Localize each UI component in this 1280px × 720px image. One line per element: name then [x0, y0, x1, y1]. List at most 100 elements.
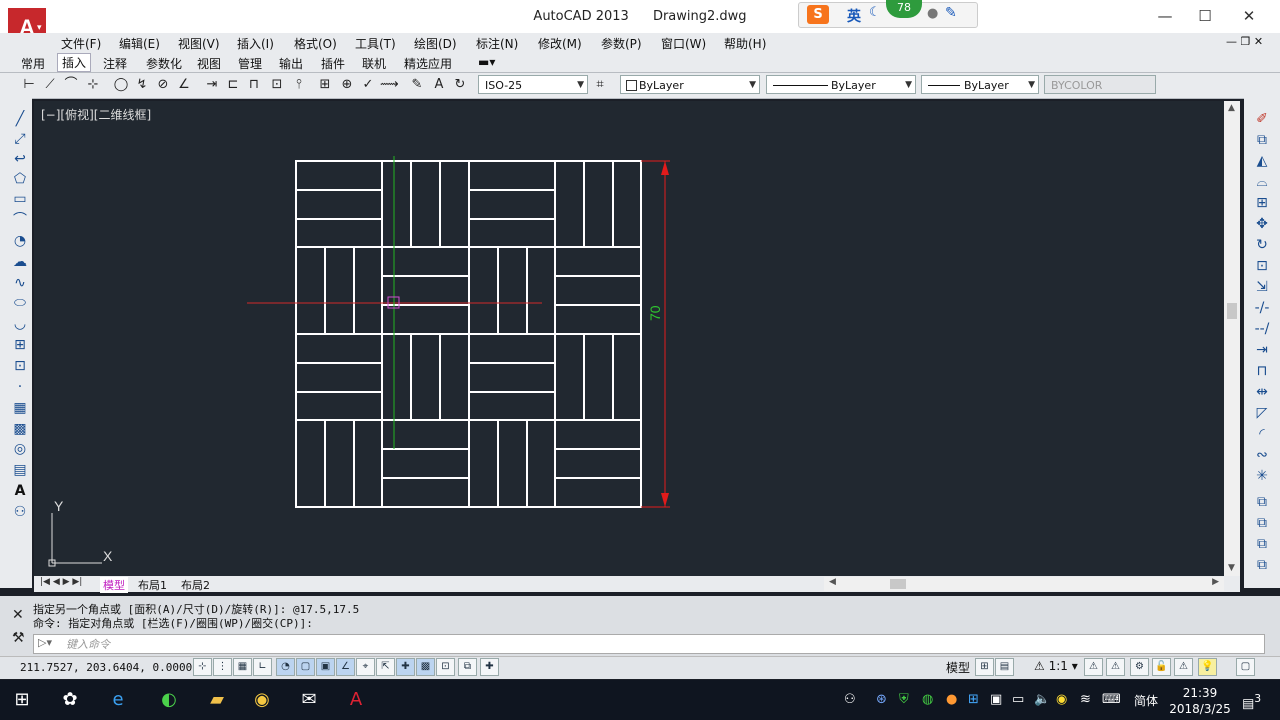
polyline-icon[interactable]: ↩ — [10, 150, 30, 168]
tab-annotate[interactable]: 注释 — [103, 55, 127, 72]
dim-text-edit-icon[interactable]: A — [430, 76, 448, 94]
blend-curves-icon[interactable]: ∾ — [1252, 446, 1272, 464]
file-explorer-icon[interactable]: ▰ — [203, 688, 231, 712]
polygon-icon[interactable]: ⬠ — [10, 170, 30, 188]
diameter-dim-icon[interactable]: ⊘ — [154, 76, 172, 94]
linetype-select[interactable]: ByLayer ▼ — [766, 75, 916, 94]
people-icon[interactable]: ⚇ — [844, 692, 856, 707]
continue-dim-icon[interactable]: ⊓ — [245, 76, 263, 94]
menu-parametric[interactable]: 参数(P) — [601, 35, 642, 52]
menu-view[interactable]: 视图(V) — [178, 35, 220, 52]
tab-featured-apps[interactable]: 精选应用 — [404, 55, 452, 72]
tray-sogou-icon[interactable]: ● — [946, 692, 957, 707]
wrench-icon[interactable]: ✎ — [945, 5, 957, 21]
tab-model[interactable]: 模型 — [100, 577, 128, 593]
gradient-icon[interactable]: ▩ — [10, 420, 30, 438]
draworder-back-icon[interactable]: ⧉ — [1252, 514, 1272, 532]
tray-green-icon[interactable]: ◉ — [1056, 692, 1067, 707]
ellipse-icon[interactable]: ⬭ — [10, 294, 30, 312]
volume-icon[interactable]: 🔈 — [1034, 692, 1050, 707]
tab-output[interactable]: 输出 — [279, 55, 303, 72]
infer-constraints-icon[interactable]: ⊹ — [193, 658, 212, 676]
circle-icon[interactable]: ◔ — [10, 232, 30, 250]
lock-toolbar-icon[interactable]: 🔓 — [1152, 658, 1171, 676]
input-language[interactable]: 简体 — [1134, 692, 1158, 709]
scroll-down-icon[interactable]: ▼ — [1228, 563, 1235, 573]
clock[interactable]: 21:39 2018/3/25 — [1160, 685, 1240, 717]
selection-cycling-icon[interactable]: ⧉ — [458, 658, 477, 676]
tab-manage[interactable]: 管理 — [238, 55, 262, 72]
autocad-taskbar-icon[interactable]: A — [342, 688, 370, 712]
tab-home[interactable]: 常用 — [21, 55, 45, 72]
angular-dim-icon[interactable]: ∠ — [175, 76, 193, 94]
maximize-button[interactable]: ☐ — [1190, 6, 1220, 26]
make-block-icon[interactable]: ⊡ — [10, 357, 30, 375]
tray-windows-icon[interactable]: ⊞ — [968, 692, 979, 707]
arc-length-icon[interactable]: ⌒ — [62, 76, 80, 94]
annotation-scale[interactable]: ⚠ 1:1 ▾ — [1034, 659, 1078, 673]
multiline-text-icon[interactable]: A — [10, 482, 30, 500]
dim-style-manager-icon[interactable]: ⌗ — [591, 76, 609, 94]
vertical-dimension[interactable]: 70 — [641, 160, 670, 508]
annotation-visibility-icon[interactable]: ⚠ — [1084, 658, 1103, 676]
color-select[interactable]: ByLayer ▼ — [620, 75, 760, 94]
snap-mode-icon[interactable]: ⋮ — [213, 658, 232, 676]
quick-view-drawings-icon[interactable]: ▤ — [995, 658, 1014, 676]
extend-icon[interactable]: --/ — [1252, 320, 1272, 338]
transparency-icon[interactable]: ▩ — [416, 658, 435, 676]
explode-icon[interactable]: ✳ — [1252, 467, 1272, 485]
construction-line-icon[interactable]: ⤢ — [10, 130, 30, 148]
fillet-icon[interactable]: ◜ — [1252, 425, 1272, 443]
scrollbar-thumb[interactable] — [1227, 303, 1237, 319]
menu-window[interactable]: 窗口(W) — [661, 35, 706, 52]
point-icon[interactable]: · — [10, 378, 30, 396]
dim-break-icon[interactable]: ⫯ — [290, 76, 308, 94]
browser-app-icon[interactable]: ✿ — [56, 688, 84, 712]
lineweight-toggle-icon[interactable]: ✚ — [396, 658, 415, 676]
close-command-icon[interactable]: ✕ — [12, 607, 24, 623]
3d-object-snap-icon[interactable]: ▣ — [316, 658, 335, 676]
tab-parametric[interactable]: 参数化 — [146, 55, 182, 72]
scroll-right-icon[interactable]: ▶ — [1212, 577, 1219, 587]
tab-insert[interactable]: 插入 — [57, 53, 92, 72]
baseline-dim-icon[interactable]: ⊏ — [224, 76, 242, 94]
command-prompt-icon[interactable]: ▷▾ — [38, 636, 52, 649]
tray-360-icon[interactable]: ◍ — [922, 692, 933, 707]
close-button[interactable]: ✕ — [1234, 6, 1264, 26]
table-icon[interactable]: ▤ — [10, 461, 30, 479]
linear-dim-icon[interactable]: ⊢ — [20, 76, 38, 94]
notification-center-icon[interactable]: ▤3 — [1242, 692, 1261, 711]
offset-icon[interactable]: ⌓ — [1252, 173, 1272, 191]
arc-icon[interactable]: ⌒ — [10, 211, 30, 229]
grid-display-icon[interactable]: ▦ — [233, 658, 252, 676]
stretch-icon[interactable]: ⇲ — [1252, 278, 1272, 296]
draworder-front-icon[interactable]: ⧉ — [1252, 493, 1272, 511]
object-snap-icon[interactable]: ▢ — [296, 658, 315, 676]
model-space-toggle[interactable]: 模型 — [946, 659, 970, 676]
array-icon[interactable]: ⊞ — [1252, 194, 1272, 212]
hardware-accel-icon[interactable]: ⚠ — [1174, 658, 1193, 676]
polar-tracking-icon[interactable]: ◔ — [276, 658, 295, 676]
revision-cloud-icon[interactable]: ☁ — [10, 253, 30, 271]
tab-online[interactable]: 联机 — [362, 55, 386, 72]
draworder-below-icon[interactable]: ⧉ — [1252, 556, 1272, 574]
menu-help[interactable]: 帮助(H) — [724, 35, 766, 52]
break-at-point-icon[interactable]: ⇥ — [1252, 341, 1272, 359]
doc-window-controls[interactable]: — ❐ ✕ — [1226, 35, 1263, 48]
ordinate-dim-icon[interactable]: ⊹ — [84, 76, 102, 94]
moon-icon[interactable]: ☾ — [869, 5, 881, 20]
tray-chat-icon[interactable]: ▣ — [990, 692, 1002, 707]
menu-dimension[interactable]: 标注(N) — [476, 35, 518, 52]
aligned-dim-icon[interactable]: ⟋ — [41, 76, 59, 94]
menu-draw[interactable]: 绘图(D) — [414, 35, 457, 52]
scroll-up-icon[interactable]: ▲ — [1228, 103, 1235, 113]
viewport-label[interactable]: [−][俯视][二维线框] — [41, 106, 151, 123]
dim-style-select[interactable]: ISO-25 ▼ — [478, 75, 588, 94]
radius-dim-icon[interactable]: ◯ — [112, 76, 130, 94]
scroll-left-icon[interactable]: ◀ — [829, 577, 836, 587]
mail-icon[interactable]: ✉ — [295, 688, 323, 712]
hscrollbar-thumb[interactable] — [890, 579, 906, 589]
jogged-dim-icon[interactable]: ↯ — [133, 76, 151, 94]
mirror-icon[interactable]: ◭ — [1252, 152, 1272, 170]
tab-plugins[interactable]: 插件 — [321, 55, 345, 72]
